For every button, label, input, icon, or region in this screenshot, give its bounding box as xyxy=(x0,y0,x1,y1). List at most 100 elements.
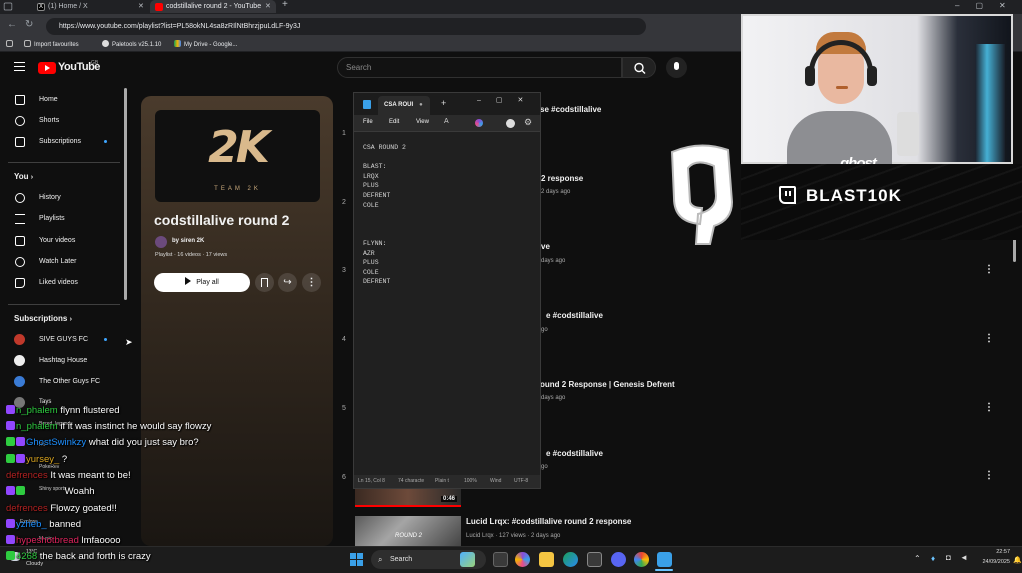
show-hidden-icons[interactable]: ⌃ xyxy=(914,554,921,563)
status-cursor-position: Ln 15, Col 8 xyxy=(358,478,385,484)
clock-date[interactable]: 24/09/2025 xyxy=(977,559,1010,565)
channel-avatar xyxy=(14,334,25,345)
tab-youtube-playlist[interactable]: codstillalive round 2 - YouTube ✕ xyxy=(150,0,276,13)
author-avatar[interactable] xyxy=(155,236,167,248)
window-controls[interactable]: –▢✕ xyxy=(955,1,1022,10)
sidebar: Home Shorts Subscriptions You › History … xyxy=(0,92,128,304)
menu-file[interactable]: File xyxy=(363,119,373,125)
widget-highlight-icon[interactable] xyxy=(460,552,475,567)
sub-sive-guys[interactable]: SIVE GUYS FC xyxy=(39,336,88,343)
sidebar-item-subscriptions[interactable]: Subscriptions xyxy=(39,138,81,145)
volume-icon[interactable]: ◄ xyxy=(960,553,968,562)
close-icon[interactable]: ✕ xyxy=(138,0,144,13)
video-menu-icon[interactable]: ⋮ xyxy=(984,333,994,344)
chat-message: n_phalem flynn flustered xyxy=(6,405,120,416)
notepad-text-area[interactable]: CSA ROUND 2 BLAST: LRQX PLUS DEFRENT COL… xyxy=(363,143,406,287)
pc-case-lights xyxy=(975,44,1005,162)
subscriptions-icon xyxy=(15,137,25,147)
video-title[interactable]: Lucid Lrqx: #codstillalive round 2 respo… xyxy=(466,517,631,526)
bookmark-import[interactable]: Import favourites xyxy=(24,38,79,52)
save-playlist-button[interactable] xyxy=(255,273,274,292)
chat-message: yursey_ ? xyxy=(6,454,67,465)
back-icon[interactable]: ← xyxy=(7,19,17,30)
video-menu-icon[interactable]: ⋮ xyxy=(984,402,994,413)
bookmark-paletools[interactable]: Paletools v25.1.10 xyxy=(102,38,161,52)
play-all-button[interactable]: Play all xyxy=(154,273,250,292)
windows-start-icon[interactable] xyxy=(350,553,363,566)
notepad-tab[interactable]: CSA ROUI ● xyxy=(378,96,430,115)
sidebar-you-header[interactable]: You › xyxy=(14,172,33,181)
tab-x-home[interactable]: X (1) Home / X ✕ xyxy=(24,0,148,13)
chat-message: GhostSwinkzy what did you just say bro? xyxy=(6,437,199,448)
shorts-icon xyxy=(15,116,25,126)
edge-browser-icon[interactable] xyxy=(563,552,578,567)
search-button[interactable] xyxy=(622,57,656,78)
sidebar-item-history[interactable]: History xyxy=(39,194,61,201)
reload-icon[interactable]: ↻ xyxy=(25,19,33,30)
search-input[interactable]: Search xyxy=(337,57,622,78)
headset-earcup xyxy=(867,66,877,86)
copilot-icon[interactable] xyxy=(475,119,483,127)
menu-view[interactable]: View xyxy=(416,119,429,125)
store-icon[interactable] xyxy=(587,552,602,567)
chat-text: Flowzy goated!! xyxy=(50,503,117,514)
badge-icon xyxy=(6,405,15,414)
video-title[interactable]: se #codstillalive xyxy=(540,105,601,114)
video-title[interactable]: e #codstillalive xyxy=(546,311,603,320)
sidebar-subscriptions-header[interactable]: Subscriptions › xyxy=(14,314,72,323)
chat-text: the back and forth is crazy xyxy=(39,551,151,562)
network-icon[interactable]: ◘ xyxy=(946,553,951,562)
bookmark-icon xyxy=(261,278,268,287)
video-menu-icon[interactable]: ⋮ xyxy=(984,470,994,481)
tab-actions-icon[interactable] xyxy=(3,2,13,11)
sidebar-scrollbar[interactable] xyxy=(124,88,127,300)
notifications-icon[interactable]: 🔔 xyxy=(1013,556,1022,564)
sidebar-item-playlists[interactable]: Playlists xyxy=(39,215,65,222)
play-all-label: Play all xyxy=(196,279,219,286)
video-thumbnail[interactable]: ROUND 2 xyxy=(355,516,461,546)
sidebar-item-shorts[interactable]: Shorts xyxy=(39,117,59,124)
address-bar[interactable]: https://www.youtube.com/playlist?list=PL… xyxy=(46,18,646,35)
new-tab-button[interactable]: + xyxy=(441,98,446,108)
video-title[interactable]: ve xyxy=(541,242,550,251)
settings-gear-icon[interactable]: ⚙ xyxy=(524,117,532,128)
sidebar-item-liked-videos[interactable]: Liked videos xyxy=(39,279,78,286)
task-view-icon[interactable] xyxy=(493,552,508,567)
clock-time[interactable]: 22:57 xyxy=(992,549,1010,555)
video-title[interactable]: 2 response xyxy=(541,174,583,183)
sub-other-guys[interactable]: The Other Guys FC xyxy=(39,378,100,385)
voice-search-button[interactable] xyxy=(666,57,687,78)
discord-icon[interactable] xyxy=(611,552,626,567)
notepad-window[interactable]: CSA ROUI ● + –▢✕ File Edit View A ⚙ CSA R… xyxy=(353,92,541,489)
file-explorer-icon[interactable] xyxy=(539,552,554,567)
video-title[interactable]: e #codstillalive xyxy=(546,449,603,458)
chat-text: flynn flustered xyxy=(60,405,120,416)
sub-hashtag-house[interactable]: Hashtag House xyxy=(39,357,87,364)
chrome-icon[interactable] xyxy=(634,552,649,567)
video-menu-icon[interactable]: ⋮ xyxy=(984,264,994,275)
menu-icon[interactable] xyxy=(14,62,25,71)
playlist-author[interactable]: by siren 2K xyxy=(172,238,204,244)
video-title[interactable]: ound 2 Response | Genesis Defrent xyxy=(540,380,675,389)
video-index: 5 xyxy=(342,405,346,412)
notepad-taskbar-icon[interactable] xyxy=(657,552,672,567)
copilot-icon[interactable] xyxy=(515,552,530,567)
notepad-window-controls[interactable]: –▢✕ xyxy=(477,96,538,104)
bookmark-drive[interactable]: My Drive - Google... xyxy=(174,38,237,52)
sidebar-item-watch-later[interactable]: Watch Later xyxy=(39,258,76,265)
close-icon[interactable]: ✕ xyxy=(265,0,271,13)
new-tab-button[interactable]: + xyxy=(282,0,288,10)
chat-username: defrences xyxy=(6,503,48,514)
more-actions-button[interactable]: ⋮ xyxy=(302,273,321,292)
playlist-thumbnail[interactable]: 2K TEAM 2K xyxy=(155,110,320,202)
text-format-icon[interactable]: A xyxy=(444,118,449,125)
account-icon[interactable] xyxy=(506,119,515,128)
share-button[interactable]: ↪ xyxy=(278,273,297,292)
microphone-icon[interactable]: ♦ xyxy=(931,554,935,563)
youtube-logo-icon[interactable] xyxy=(38,62,56,74)
sidebar-item-home[interactable]: Home xyxy=(39,96,58,103)
chat-username: n_phalem xyxy=(16,405,58,416)
bookmark-folder-icon[interactable] xyxy=(6,38,16,52)
menu-edit[interactable]: Edit xyxy=(389,119,399,125)
sidebar-item-your-videos[interactable]: Your videos xyxy=(39,237,75,244)
